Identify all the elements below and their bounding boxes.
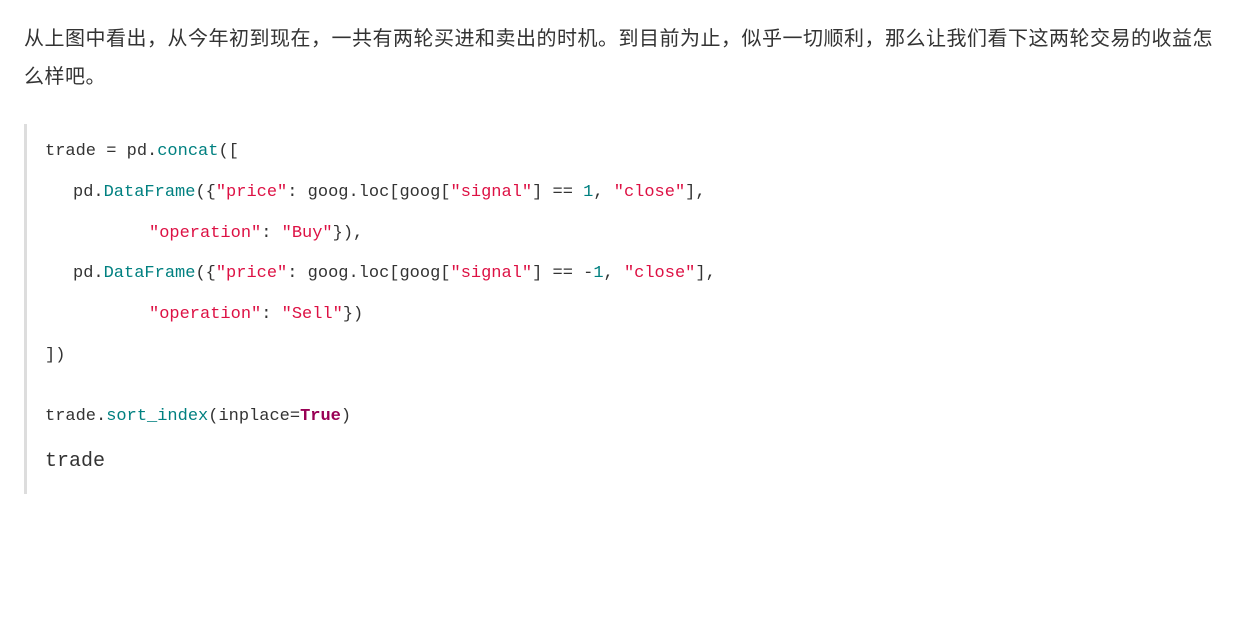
code-token: True (300, 407, 341, 426)
code-token: pd. (73, 264, 104, 283)
code-token: ) (341, 407, 351, 426)
code-token: (inplace= (208, 407, 300, 426)
code-token: 1 (593, 264, 603, 283)
code-token: "close" (624, 264, 695, 283)
code-token: sort_index (106, 407, 208, 426)
code-token: "close" (614, 183, 685, 202)
code-line-5: "operation": "Sell"}) (45, 295, 1225, 336)
code-line-1: trade = pd.concat([ (45, 132, 1225, 173)
code-token: "Buy" (282, 224, 333, 243)
code-token: , (604, 264, 624, 283)
code-token: concat (157, 142, 218, 161)
code-line-6: ]) (45, 336, 1225, 377)
code-token: trade = pd. (45, 142, 157, 161)
code-token: : (261, 305, 281, 324)
code-token: "operation" (149, 224, 261, 243)
code-token: ([ (218, 142, 238, 161)
code-line-8: trade (45, 438, 1225, 486)
code-token: ], (685, 183, 705, 202)
code-token: trade. (45, 407, 106, 426)
code-token: ({ (195, 264, 215, 283)
code-token: ] == (532, 183, 583, 202)
code-line-7: trade.sort_index(inplace=True) (45, 397, 1225, 438)
code-token: : goog.loc[goog[ (287, 183, 450, 202)
paragraph-intro: 从上图中看出，从今年初到现在，一共有两轮买进和卖出的时机。到目前为止，似乎一切顺… (24, 20, 1225, 96)
code-line-3: "operation": "Buy"}), (45, 214, 1225, 255)
code-token: "price" (216, 264, 287, 283)
code-block: trade = pd.concat([ pd.DataFrame({"price… (24, 124, 1225, 494)
code-token: : goog.loc[goog[ (287, 264, 450, 283)
code-token: DataFrame (104, 264, 196, 283)
code-token: pd. (73, 183, 104, 202)
code-token: }), (333, 224, 364, 243)
code-token: "operation" (149, 305, 261, 324)
code-token: : (261, 224, 281, 243)
code-token: ]) (45, 346, 65, 365)
code-token: "signal" (451, 183, 533, 202)
code-token: "Sell" (282, 305, 343, 324)
code-token: ({ (195, 183, 215, 202)
code-token: trade (45, 450, 105, 473)
code-line-2: pd.DataFrame({"price": goog.loc[goog["si… (45, 173, 1225, 214)
code-token: , (593, 183, 613, 202)
code-token: }) (343, 305, 363, 324)
code-line-4: pd.DataFrame({"price": goog.loc[goog["si… (45, 254, 1225, 295)
code-token: "price" (216, 183, 287, 202)
code-token: DataFrame (104, 183, 196, 202)
code-token: ] == - (532, 264, 593, 283)
code-token: "signal" (451, 264, 533, 283)
code-token: 1 (583, 183, 593, 202)
code-blank-line (45, 377, 1225, 397)
code-token: ], (695, 264, 715, 283)
